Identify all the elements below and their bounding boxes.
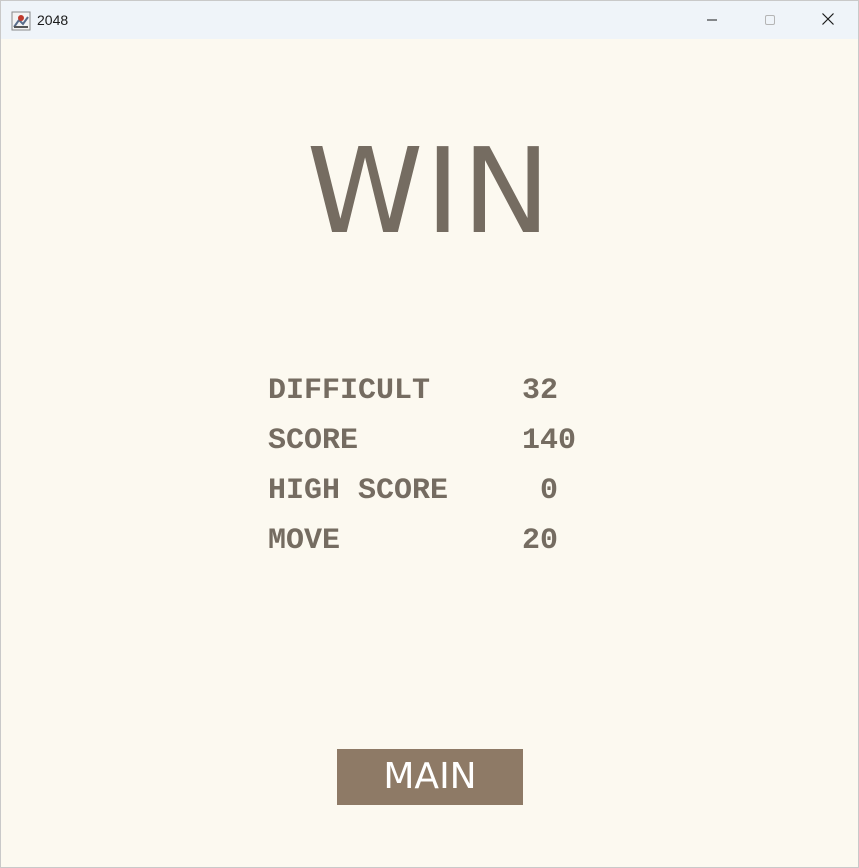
app-window: 2048 WIN DIFFICULT 32 SCORE 140 HIGH SCO… [0, 0, 859, 868]
move-label: MOVE [268, 524, 341, 558]
minimize-icon [706, 11, 718, 30]
score-value: 140 [522, 424, 577, 458]
java-app-icon [11, 11, 31, 31]
game-over-panel: WIN DIFFICULT 32 SCORE 140 HIGH SCORE 0 … [1, 39, 858, 867]
high-score-label: HIGH SCORE [268, 474, 449, 508]
move-value: 20 [522, 524, 559, 558]
result-heading: WIN [306, 122, 553, 260]
difficulty-label: DIFFICULT [268, 374, 431, 408]
high-score-value: 0 [522, 474, 559, 508]
title-bar[interactable]: 2048 [1, 1, 858, 39]
maximize-icon [764, 11, 776, 30]
minimize-button[interactable] [683, 1, 741, 39]
window-title: 2048 [37, 12, 69, 28]
main-menu-button[interactable]: MAIN [337, 749, 523, 805]
close-icon [821, 11, 835, 30]
difficulty-value: 32 [522, 374, 559, 408]
score-label: SCORE [268, 424, 359, 458]
maximize-button[interactable] [741, 1, 799, 39]
close-button[interactable] [799, 1, 857, 39]
